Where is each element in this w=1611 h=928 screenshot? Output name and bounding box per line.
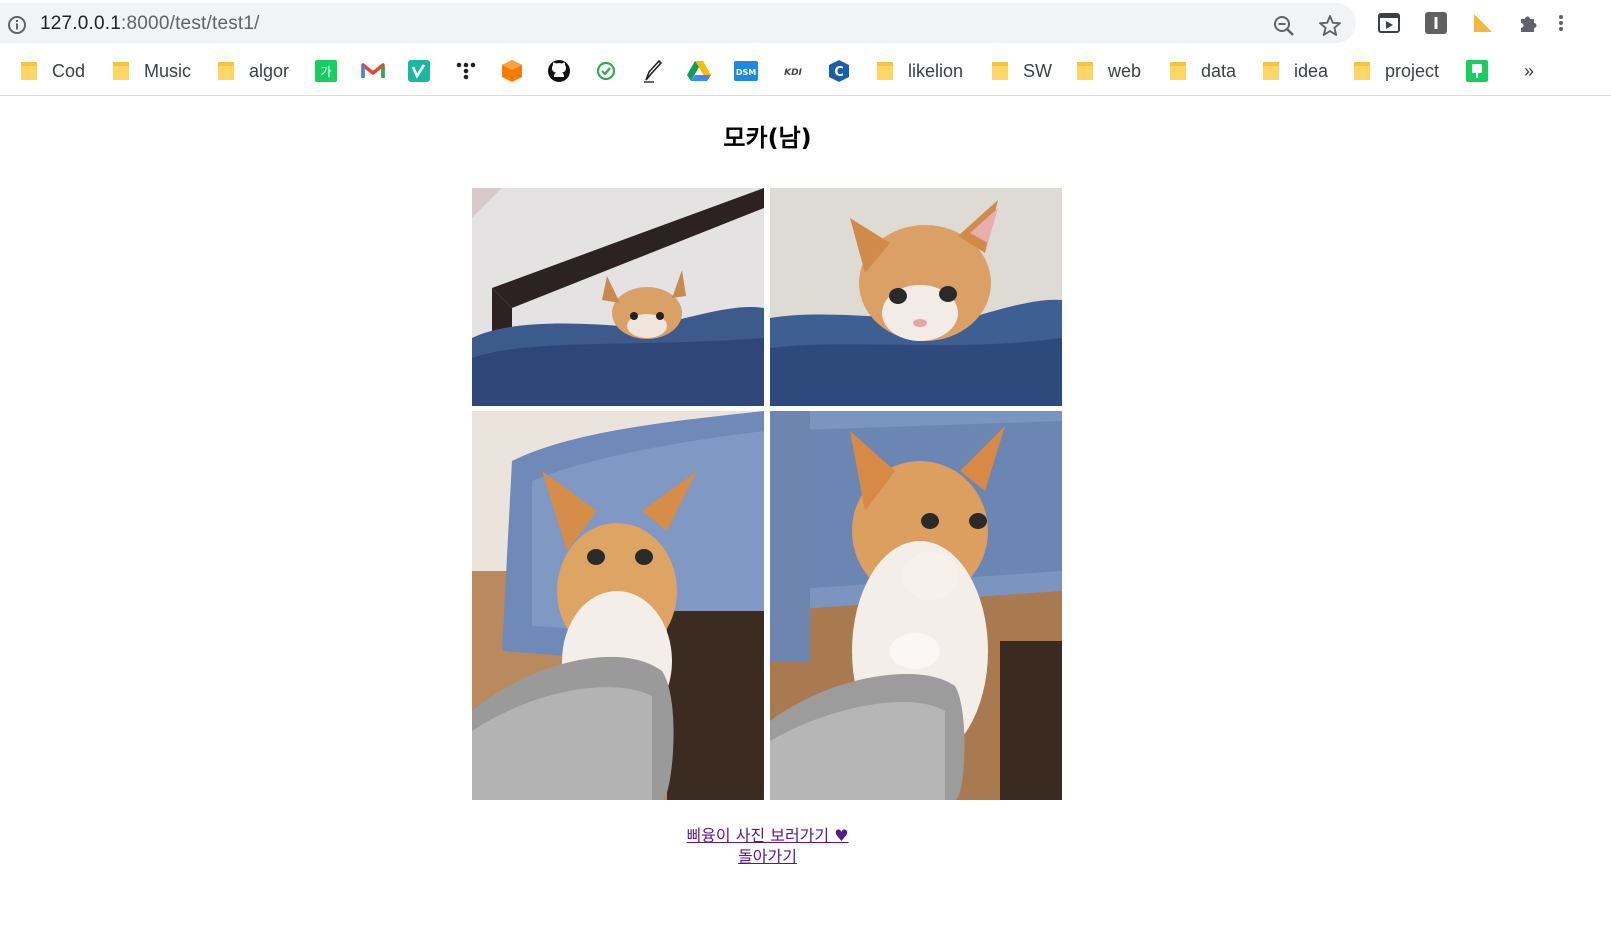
cat-photo-4 [770,411,1062,800]
bookmark-folder-project[interactable]: project [1353,56,1439,86]
cat-photo-3 [472,411,764,800]
folder-icon [113,62,129,80]
bookmarks-overflow-button[interactable]: » [1524,56,1534,86]
bookmark-label: idea [1294,60,1329,81]
back-link[interactable]: 돌아가기 [738,847,797,866]
address-bar[interactable]: 127.0.0.1:8000/test/test1/ [0,3,1356,43]
url-text[interactable]: 127.0.0.1:8000/test/test1/ [40,13,260,35]
bookmark-folder-web[interactable]: web [1076,56,1141,86]
github-icon[interactable] [546,58,572,84]
url-path: :8000/test/test1/ [121,13,260,34]
drive-icon[interactable] [686,58,712,84]
media-extension-icon[interactable] [1376,10,1402,36]
dsm-icon[interactable]: DSM [733,58,759,84]
folder-icon [877,62,893,80]
bookmark-label: project [1385,60,1440,81]
puzzle-icon[interactable] [1516,10,1542,36]
cat-photo-2 [770,188,1062,406]
svg-text:C: C [834,65,844,80]
folder-icon [21,62,37,80]
bookmark-label: SW [1023,60,1052,81]
url-host: 127.0.0.1 [40,13,122,34]
bookmark-folder-sw[interactable]: SW [991,56,1052,86]
cube-icon[interactable] [499,58,525,84]
browser-toolbar: 127.0.0.1:8000/test/test1/ [0,0,1611,46]
naver-icon[interactable]: 가 [313,58,339,84]
bookmark-folder-algor[interactable]: algor [217,56,289,86]
bookmark-label: algor [249,60,290,81]
bookmark-folder-data[interactable]: data [1169,56,1236,86]
view-pictures-link[interactable]: 삐융이 사진 보러가기 ♥ [686,826,848,845]
svg-text:KDI: KDI [784,68,802,78]
folder-icon [1077,62,1093,80]
bookmark-label: Cod [52,60,86,81]
zoom-out-icon[interactable] [1271,13,1297,39]
bookmark-folder-idea[interactable]: idea [1262,56,1328,86]
dots-icon[interactable] [453,58,479,84]
instapaper-icon[interactable] [1423,10,1449,36]
folder-icon [1354,62,1370,80]
overflow-label: » [1524,60,1535,81]
info-icon[interactable] [7,15,27,35]
bookmark-folder-cod[interactable]: Cod [20,56,85,86]
vimeo-icon[interactable] [406,58,432,84]
cat-photo-1 [472,188,764,406]
svg-text:DSM: DSM [736,68,756,77]
green-icon[interactable] [1464,58,1490,84]
folder-icon [218,62,234,80]
page-links: 삐융이 사진 보러가기 ♥ 돌아가기 [0,825,1535,867]
bookmark-label: likelion [908,60,964,81]
bookmark-label: Music [144,60,192,81]
bookmarks-bar: Cod Music algor 가 DSM KDI C likelion SW … [0,46,1611,96]
star-icon[interactable] [1317,13,1343,39]
folder-icon [992,62,1008,80]
bookmark-label: data [1201,60,1237,81]
bookmark-folder-likelion[interactable]: likelion [876,56,963,86]
pen-icon[interactable] [640,58,666,84]
menu-icon[interactable] [1556,10,1566,36]
kdi-icon[interactable]: KDI [780,58,806,84]
refresh-icon[interactable] [593,58,619,84]
bookmark-label: web [1108,60,1142,81]
c-icon[interactable]: C [826,58,852,84]
ruler-extension-icon[interactable] [1470,10,1496,36]
gmail-icon[interactable] [360,58,386,84]
svg-text:가: 가 [320,65,331,79]
bookmark-folder-music[interactable]: Music [112,56,191,86]
page-title: 모카(남) [723,124,812,152]
folder-icon [1170,62,1186,80]
folder-icon [1263,62,1279,80]
